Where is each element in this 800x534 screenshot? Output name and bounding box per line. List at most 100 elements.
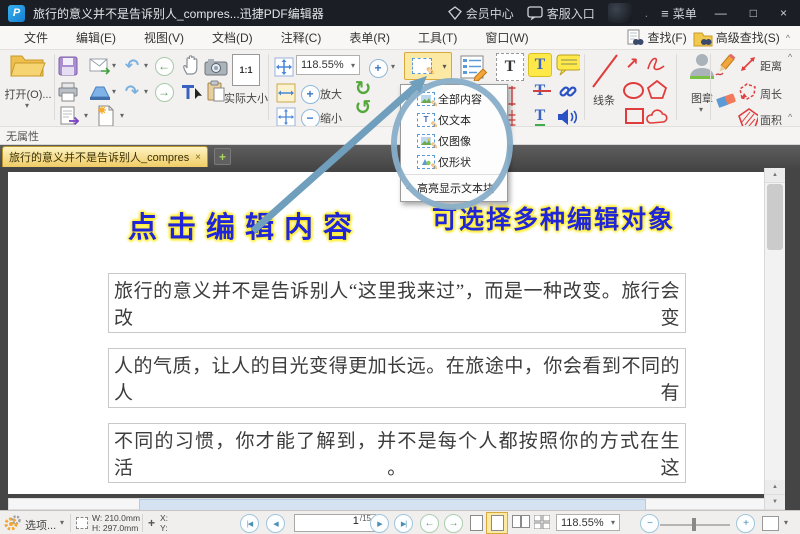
eraser-tool-button[interactable] [714, 88, 738, 112]
circle-shape-button[interactable] [621, 78, 645, 102]
view-back-button[interactable]: ← [420, 514, 439, 533]
close-button[interactable]: × [775, 6, 792, 20]
redo-button[interactable]: ↷ [120, 80, 144, 104]
email-button[interactable] [88, 54, 112, 78]
zoom-level-combo[interactable]: 118.55% ▾ [296, 55, 360, 75]
email-caret-icon[interactable]: ▾ [112, 62, 116, 70]
select-text-button[interactable] [180, 80, 204, 104]
dropdown-item-shapes-only[interactable]: ✎ 仅形状 [401, 151, 507, 172]
go-forward-button[interactable]: → [152, 80, 176, 104]
area-tool-button[interactable] [738, 108, 758, 128]
pentagon-shape-button[interactable] [645, 77, 669, 101]
undo-button[interactable]: ↶ [120, 54, 144, 78]
horizontal-scrollbar[interactable] [8, 498, 768, 511]
avatar[interactable] [607, 3, 632, 23]
redo-caret-icon[interactable]: ▾ [144, 88, 148, 96]
distance-tool-button[interactable] [738, 54, 758, 74]
scan-button[interactable] [88, 81, 112, 105]
tab-close-icon[interactable]: × [195, 152, 201, 163]
status-zoom-in-button[interactable]: + [736, 514, 755, 533]
link-button[interactable] [556, 79, 580, 103]
hand-tool-button[interactable] [180, 53, 204, 77]
scroll-down-icon[interactable]: ▼ [765, 495, 785, 510]
edit-text-block-button[interactable]: T [496, 53, 524, 81]
menu-comment[interactable]: 注释(C) [267, 29, 336, 46]
find-button[interactable]: 查找(F) [626, 29, 687, 47]
scribble-shape-button[interactable] [644, 52, 668, 76]
menu-document[interactable]: 文档(D) [198, 29, 267, 46]
square-shape-button[interactable] [622, 104, 646, 128]
dropdown-item-images-only[interactable]: ✎ 仅图像 [401, 130, 507, 151]
minimize-button[interactable]: — [710, 6, 732, 20]
fit-page-button[interactable] [272, 55, 296, 79]
zoom-in-tool-button[interactable]: + [366, 56, 390, 80]
vertical-scrollbar[interactable]: ▲ ▲ ▼ [764, 168, 785, 510]
scan-caret-icon[interactable]: ▾ [112, 88, 116, 96]
menu-view[interactable]: 视图(V) [130, 29, 198, 46]
zoom-in-button[interactable]: + [298, 82, 322, 106]
dropdown-item-highlight-text-blocks[interactable]: ✓ 高亮显示文本块 [401, 177, 507, 198]
page-number-input[interactable]: 1 /15 [294, 514, 376, 532]
two-page-view-button2[interactable] [521, 515, 530, 528]
previous-page-button[interactable]: ◀ [266, 514, 285, 533]
options-gear-icon[interactable] [4, 515, 22, 534]
strikethrough-text-button[interactable]: T [528, 79, 552, 103]
first-page-button[interactable]: |◀ [240, 514, 259, 533]
edit-form-button[interactable] [458, 53, 490, 83]
perimeter-label[interactable]: 周长 [760, 86, 782, 102]
fit-window-button[interactable] [762, 516, 779, 531]
collapse-toolbar-top-icon[interactable]: ^ [788, 52, 792, 62]
perimeter-tool-button[interactable] [738, 82, 758, 102]
status-zoom-out-button[interactable]: − [640, 514, 659, 533]
tab-active[interactable]: 旅行的意义并不是告诉别人_compress × [2, 146, 208, 167]
vertical-scrollbar-thumb[interactable] [767, 184, 783, 250]
export-button[interactable] [58, 104, 82, 128]
continuous-view-button[interactable] [486, 512, 508, 534]
status-zoom-combo[interactable]: 118.55% ▾ [556, 514, 620, 531]
zoom-out-label[interactable]: 缩小 [320, 110, 342, 126]
new-tab-button[interactable]: + [214, 148, 231, 165]
open-button[interactable]: 打开(O)... ▾ [4, 52, 52, 110]
options-button[interactable]: 选项... [25, 517, 56, 533]
menu-edit[interactable]: 编辑(E) [62, 29, 130, 46]
pencil-tool-button[interactable] [714, 54, 738, 78]
fit-width-button[interactable] [274, 81, 298, 105]
note-comment-button[interactable] [556, 53, 580, 77]
distance-label[interactable]: 距离 [760, 58, 782, 74]
view-forward-button[interactable]: → [444, 514, 463, 533]
menu-tools[interactable]: 工具(T) [404, 29, 471, 46]
collapse-menubar-icon[interactable]: ^ [786, 33, 790, 43]
print-button[interactable] [56, 80, 80, 104]
highlight-text-button[interactable]: T [528, 53, 552, 77]
zoom-in-label[interactable]: 放大 [320, 86, 342, 102]
edit-content-button[interactable]: ✎ [404, 52, 440, 80]
newdoc-caret-icon[interactable]: ▾ [120, 112, 124, 120]
four-page-view-button[interactable] [533, 514, 551, 530]
dropdown-item-text-only[interactable]: T ✎ 仅文本 [401, 109, 507, 130]
menu-form[interactable]: 表单(R) [335, 29, 404, 46]
go-back-button[interactable]: ← [152, 54, 176, 78]
advanced-find-button[interactable]: 高级查找(S) [693, 29, 780, 47]
zoom-caret-icon[interactable]: ▾ [391, 63, 395, 71]
two-page-view-button[interactable] [512, 515, 521, 528]
actual-size-button[interactable]: 1:1 [232, 54, 260, 86]
member-center-button[interactable]: 会员中心 [447, 5, 514, 22]
new-document-button[interactable] [94, 104, 118, 128]
menu-file[interactable]: 文件 [10, 29, 62, 46]
maximize-button[interactable]: □ [745, 6, 762, 20]
customer-service-button[interactable]: 客服入口 [527, 5, 595, 22]
app-menu-button[interactable]: ≡ 菜单 [661, 5, 697, 22]
save-button[interactable] [56, 54, 80, 78]
scroll-up-icon[interactable]: ▲ [765, 480, 785, 495]
undo-caret-icon[interactable]: ▾ [144, 62, 148, 70]
collapse-toolbar-bottom-icon[interactable]: ^ [788, 112, 792, 122]
line-tool-button[interactable] [590, 52, 620, 93]
last-page-button[interactable]: ▶| [394, 514, 413, 533]
single-page-view-button[interactable] [470, 515, 483, 531]
fit-caret-icon[interactable]: ▾ [784, 518, 788, 527]
zoom-slider-thumb[interactable] [692, 518, 696, 531]
rotate-button[interactable]: ↻ ↺ [348, 79, 378, 118]
menu-window[interactable]: 窗口(W) [471, 29, 542, 46]
export-caret-icon[interactable]: ▾ [84, 112, 88, 120]
options-caret-icon[interactable]: ▾ [60, 518, 64, 527]
